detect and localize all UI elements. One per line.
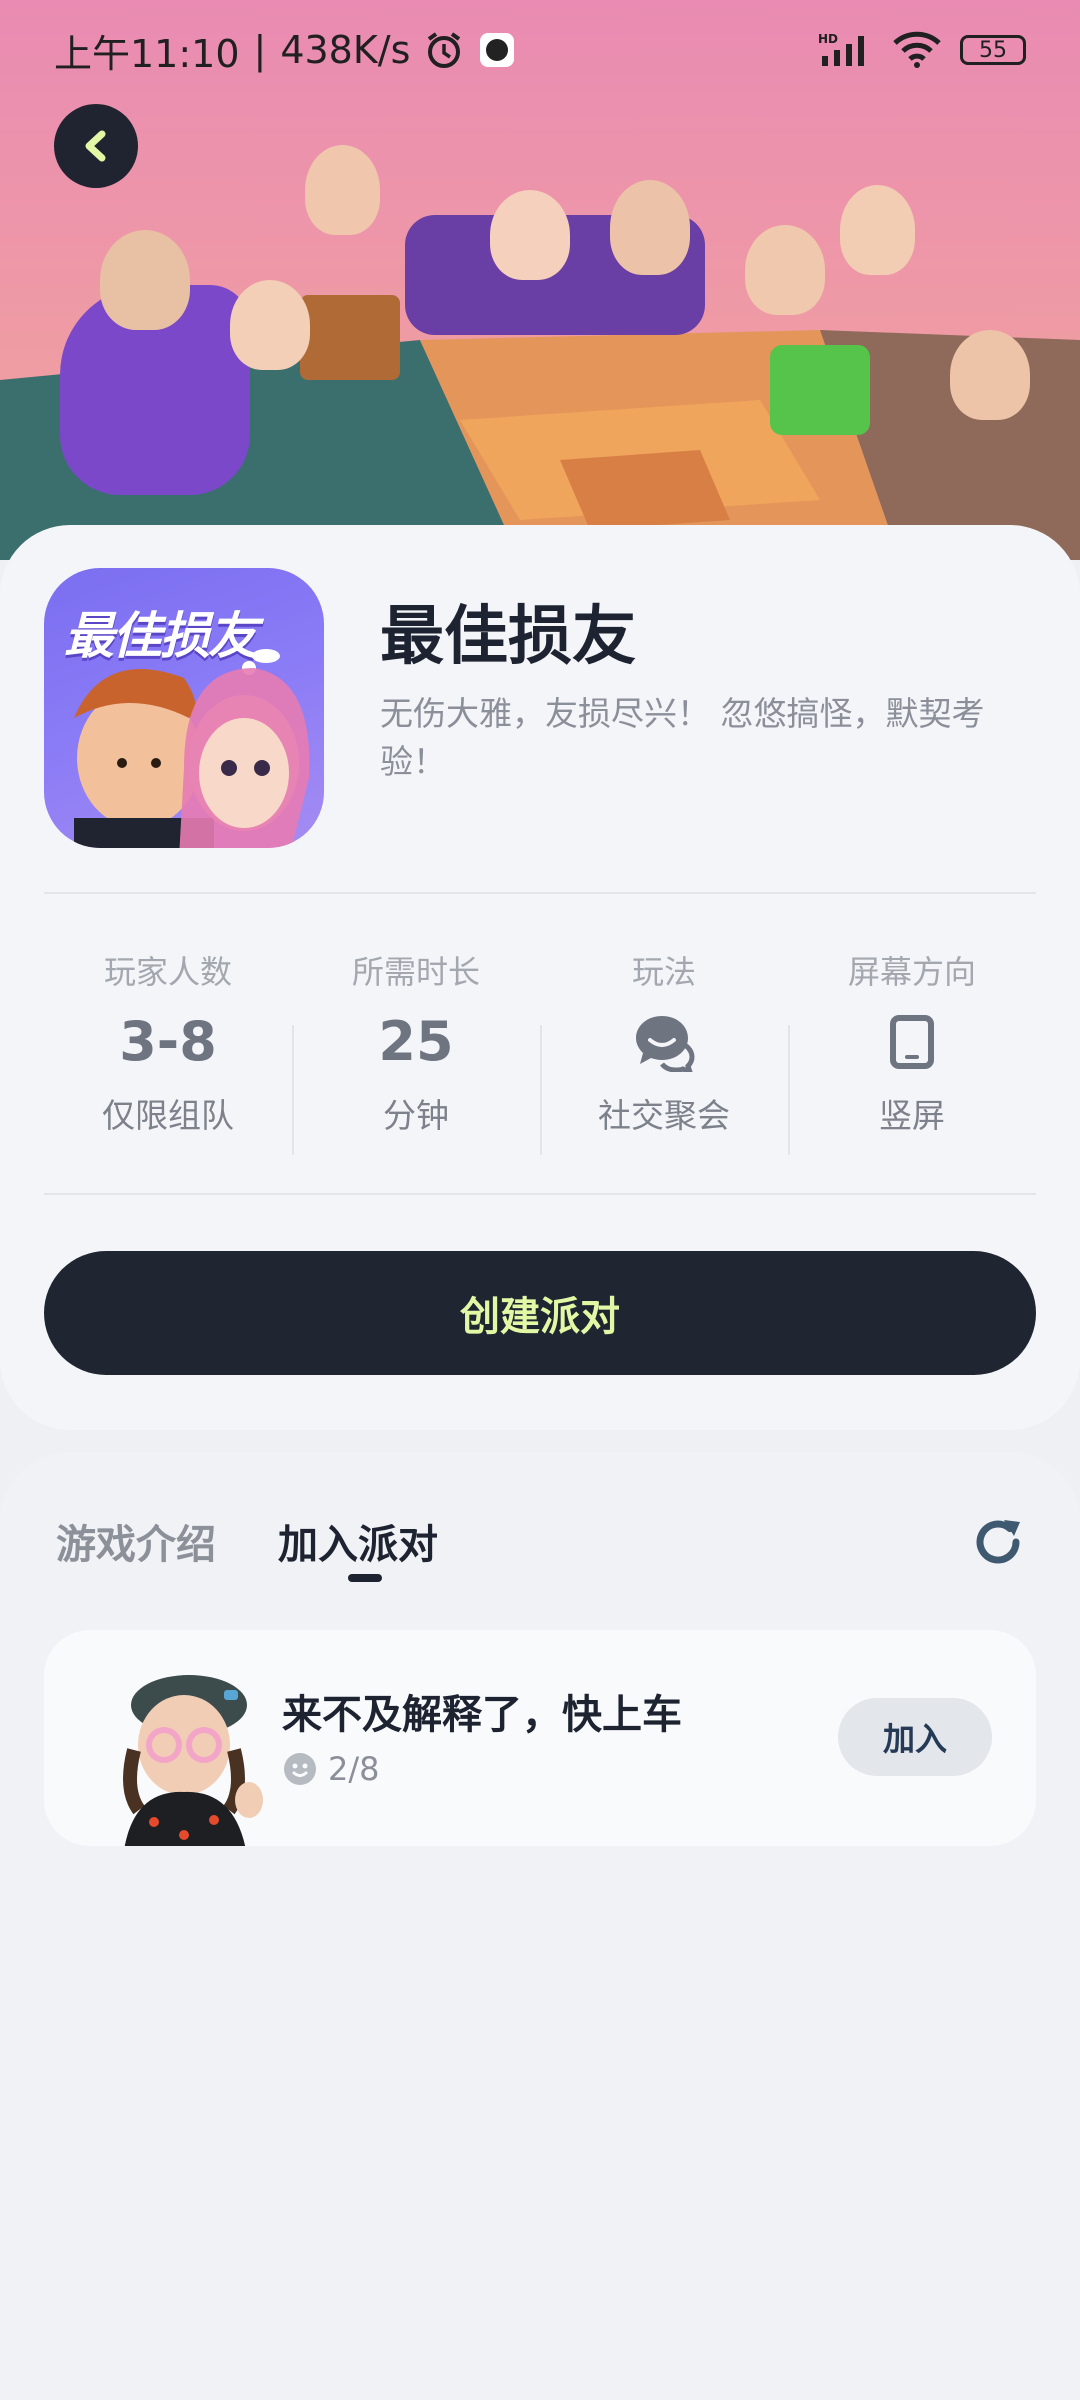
- party-count-text: 2/8: [328, 1750, 380, 1788]
- stat-sub: 仅限组队: [102, 1096, 234, 1135]
- character-7: [840, 185, 915, 275]
- stat-sub: 分钟: [383, 1096, 449, 1135]
- app-notification-icon: [480, 33, 515, 67]
- status-right: HD 55: [818, 31, 1026, 69]
- game-info-card: 最佳损友 最佳损友 无伤大雅，友损尽兴！ 忽悠搞怪，默契考验！ 玩家人数 3-8…: [0, 525, 1080, 1430]
- chat-bubble-icon: [636, 1016, 695, 1072]
- back-button[interactable]: [54, 104, 138, 188]
- stat-label: 玩法: [631, 953, 696, 991]
- stat-label: 屏幕方向: [847, 953, 976, 991]
- character-2: [230, 280, 310, 370]
- stat-players: 玩家人数 3-8 仅限组队: [44, 945, 292, 1145]
- stat-value: 3-8: [119, 1010, 217, 1073]
- divider-top: [44, 892, 1036, 894]
- status-time: 上午11:10: [54, 31, 240, 76]
- divider-bottom: [44, 1193, 1036, 1195]
- chevron-left-icon: [85, 130, 106, 162]
- status-bar: 上午11:10 | 438K/s HD 55: [0, 0, 1080, 100]
- character-3: [305, 145, 380, 235]
- smiley-face-icon: [284, 1753, 316, 1785]
- status-speed: 438K/s: [280, 28, 411, 72]
- stat-label: 所需时长: [351, 953, 480, 991]
- refresh-icon[interactable]: [968, 1512, 1028, 1572]
- game-app-icon: 最佳损友: [44, 568, 324, 848]
- crate-illustration: [300, 295, 400, 380]
- party-list-item[interactable]: 来不及解释了，快上车 2/8 加入: [44, 1630, 1036, 1846]
- game-description: 无伤大雅，友损尽兴！ 忽悠搞怪，默契考验！: [380, 694, 985, 781]
- party-member-count: 2/8: [282, 1750, 380, 1788]
- stat-sub: 社交聚会: [598, 1096, 730, 1135]
- stat-orientation: 屏幕方向 竖屏: [788, 945, 1036, 1155]
- status-left: 上午11:10 | 438K/s: [54, 23, 516, 78]
- stat-gameplay: 玩法 社交聚会: [540, 945, 788, 1155]
- cooler-illustration: [770, 345, 870, 435]
- game-stats: 玩家人数 3-8 仅限组队 所需时长 25 分钟 玩法 社交聚会 屏幕方向 竖屏: [44, 945, 1036, 1155]
- battery-indicator: 55: [960, 35, 1026, 65]
- character-5: [610, 180, 690, 275]
- stat-duration: 所需时长 25 分钟: [292, 945, 540, 1155]
- character-4: [490, 190, 570, 280]
- stat-icon-wrap: [540, 999, 788, 1085]
- create-party-button[interactable]: 创建派对: [44, 1251, 1036, 1375]
- join-party-button[interactable]: 加入: [838, 1698, 992, 1776]
- character-6: [745, 225, 825, 315]
- party-host-avatar: [123, 1675, 263, 1846]
- wifi-icon: [893, 31, 941, 68]
- tab-game-intro[interactable]: 游戏介绍: [56, 1512, 216, 1570]
- stat-value: 25: [378, 1010, 454, 1073]
- app-icon-characters: [74, 649, 310, 848]
- alarm-icon: [428, 32, 461, 68]
- character-1: [100, 230, 190, 330]
- stat-icon-wrap: [788, 999, 1036, 1085]
- network-type: HD: [818, 32, 838, 46]
- character-8: [950, 330, 1030, 420]
- status-separator: |: [253, 28, 267, 72]
- signal-icon: HD: [818, 32, 864, 66]
- party-name: 来不及解释了，快上车: [282, 1692, 682, 1738]
- tab-join-party[interactable]: 加入派对: [278, 1512, 438, 1570]
- hero-banner: 上午11:10 | 438K/s HD 55: [0, 0, 1080, 560]
- stat-sub: 竖屏: [879, 1096, 945, 1135]
- game-title: 最佳损友: [380, 600, 636, 674]
- tab-indicator: [348, 1574, 382, 1582]
- party-section: 游戏介绍 加入派对 来不及解释了，快上车 2/8 加入: [0, 1452, 1080, 2400]
- phone-portrait-icon: [890, 1015, 934, 1069]
- stat-label: 玩家人数: [103, 953, 232, 991]
